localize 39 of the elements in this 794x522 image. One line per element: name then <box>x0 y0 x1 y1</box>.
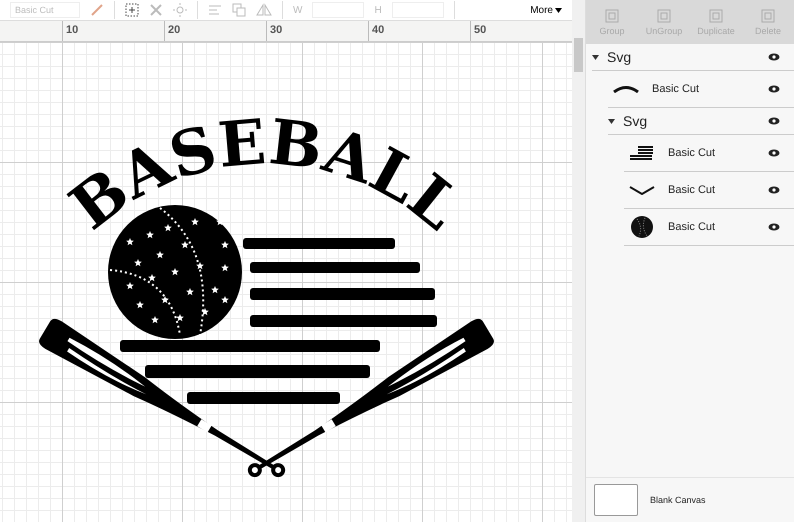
ball-thumbnail-icon <box>631 216 653 238</box>
eye-icon[interactable] <box>768 85 780 93</box>
canvas-swatch[interactable] <box>594 484 638 516</box>
caret-icon[interactable] <box>592 54 599 60</box>
layer-name: Basic Cut <box>668 184 716 196</box>
scrollbar-thumb[interactable] <box>574 38 583 72</box>
layer-group-row[interactable]: Svg <box>608 108 794 135</box>
layer-row[interactable]: Basic Cut <box>624 172 794 209</box>
canvas-label: Blank Canvas <box>650 495 706 505</box>
width-label: W <box>293 4 302 16</box>
ruler-label: 10 <box>62 21 164 41</box>
layer-name: Svg <box>607 49 632 65</box>
eye-icon[interactable] <box>768 117 780 125</box>
stripes-thumbnail-icon <box>630 146 654 160</box>
arched-text-thumbnail-icon <box>613 85 639 93</box>
eye-icon[interactable] <box>768 53 780 61</box>
eye-icon[interactable] <box>768 223 780 231</box>
layer-group-row[interactable]: Svg <box>592 44 794 71</box>
caret-icon[interactable] <box>608 118 615 124</box>
caret-icon[interactable] <box>555 8 562 12</box>
eye-icon[interactable] <box>768 149 780 157</box>
layer-row[interactable]: Basic Cut <box>624 209 794 246</box>
layer-name: Basic Cut <box>652 83 700 95</box>
layer-row[interactable]: Basic Cut <box>608 71 794 108</box>
layer-row[interactable]: Basic Cut <box>624 135 794 172</box>
eye-icon[interactable] <box>768 186 780 194</box>
add-frame-icon[interactable] <box>125 3 139 17</box>
height-label: H <box>374 4 382 16</box>
layer-action-icon <box>605 8 619 22</box>
more-button[interactable]: More <box>530 4 553 16</box>
layer-action-icon <box>709 8 723 22</box>
ruler-label: 20 <box>164 21 266 41</box>
layer-name: Basic Cut <box>668 221 716 233</box>
layer-action-icon <box>761 8 775 22</box>
ruler-label: 40 <box>368 21 470 41</box>
ruler-label: 30 <box>266 21 368 41</box>
layer-name: Svg <box>623 113 648 129</box>
layer-name: Basic Cut <box>668 147 716 159</box>
layer-action-icon <box>657 8 671 22</box>
